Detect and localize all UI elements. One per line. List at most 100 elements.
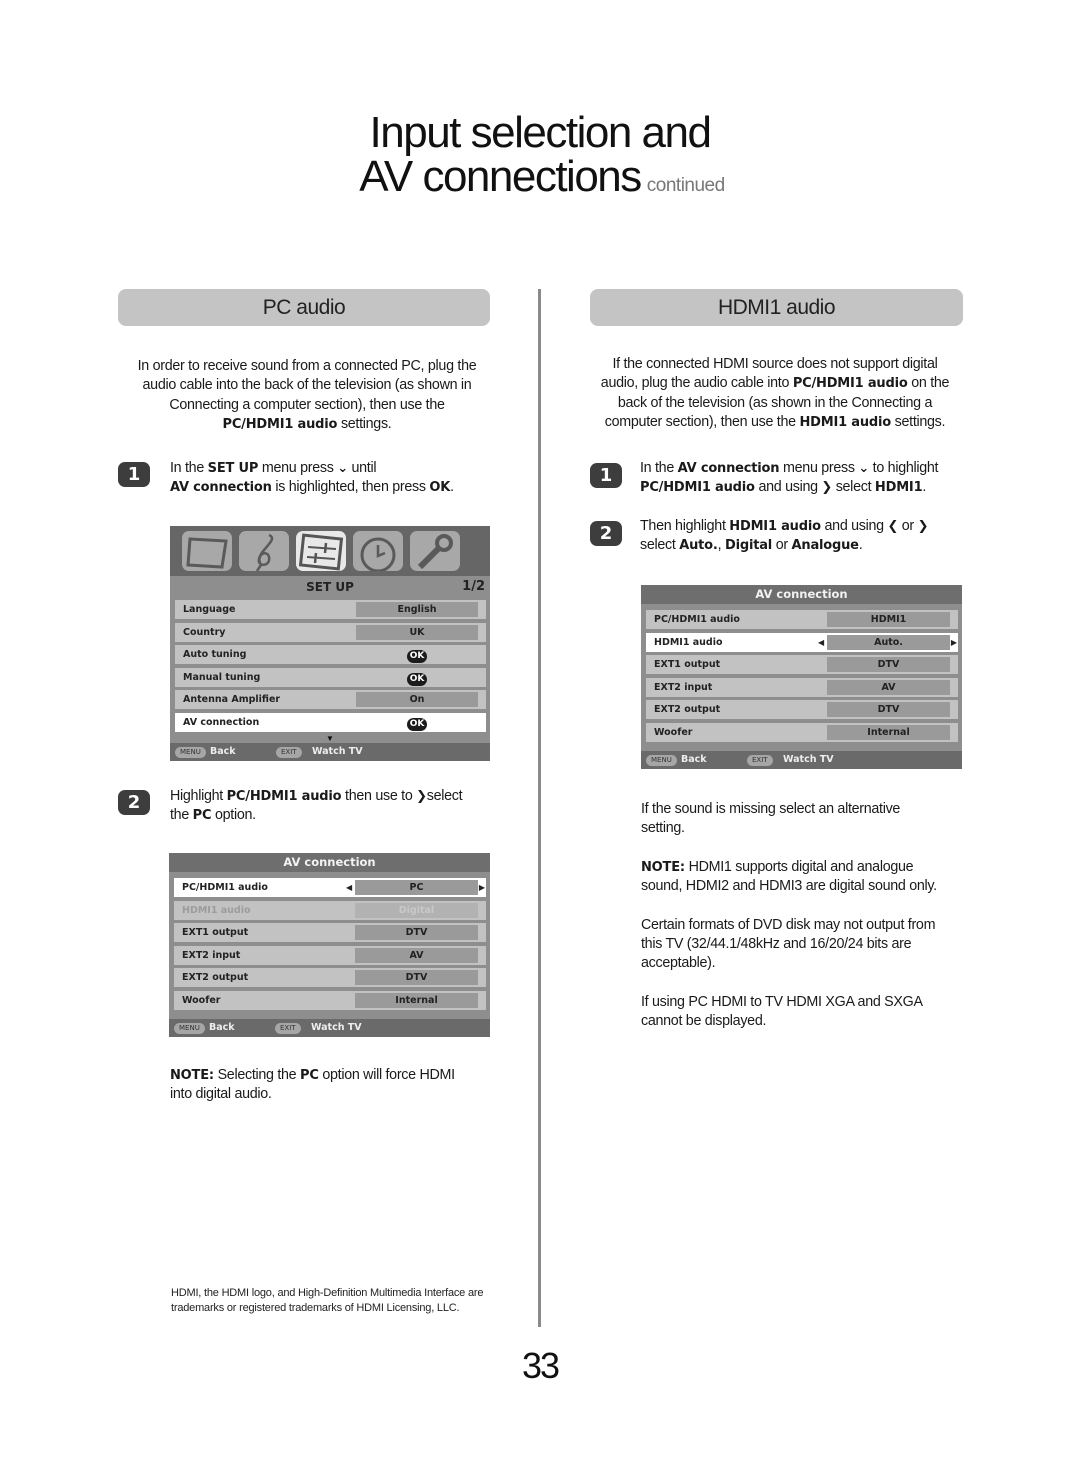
intro-line: audio cable into the back of the televis…	[142, 377, 472, 394]
step-bold: HDMI1	[874, 480, 923, 496]
step-bold: PC/HDMI1 audio	[226, 789, 342, 804]
row-label: Antenna Amplifier	[183, 694, 281, 706]
step-text: .	[922, 479, 927, 496]
row-value: DTV	[355, 970, 478, 986]
watch-tv-label: Watch TV	[312, 745, 363, 757]
note-line: acceptable).	[641, 955, 716, 972]
menu-row-ext2-output[interactable]: EXT2 output DTV	[174, 968, 486, 988]
menu-row-ext2-input[interactable]: EXT2 input AV	[646, 677, 958, 697]
step-bold: SET UP	[207, 461, 259, 476]
menu-row-country[interactable]: Country UK	[175, 622, 486, 642]
step-bold: OK	[429, 480, 451, 496]
av-menu-title: AV connection	[641, 585, 962, 604]
row-label: HDMI1 audio	[182, 904, 251, 916]
row-value: DTV	[827, 657, 950, 673]
step-text: Then highlight	[640, 518, 730, 534]
note-line: If the sound is missing select an altern…	[641, 801, 901, 817]
intro-text: settings.	[337, 415, 392, 432]
menu-row-antenna-amplifier[interactable]: Antenna Amplifier On	[175, 690, 486, 710]
intro-line: If the connected HDMI source does not su…	[612, 356, 938, 372]
step-text: the	[170, 807, 193, 824]
step-bold: AV connection	[677, 461, 780, 476]
menu-tab-bar	[170, 526, 490, 576]
page-title-line2-text: AV connections	[359, 152, 642, 201]
row-value: English	[356, 602, 478, 617]
clock-icon[interactable]	[353, 531, 403, 571]
step-text: ,	[717, 537, 725, 554]
note-bold: NOTE:	[170, 1068, 214, 1083]
exit-key-pill: EXIT	[276, 746, 302, 758]
menu-key-pill: MENU	[174, 1023, 205, 1034]
menu-row-manual-tuning[interactable]: Manual tuning OK	[175, 667, 486, 687]
right-arrow-icon[interactable]: ▶	[951, 633, 957, 652]
step-bold: AV connection	[170, 480, 272, 496]
av-menu-rows: PC/HDMI1 audio ◀ PC ▶ HDMI1 audio Digital EX…	[169, 872, 490, 1016]
step-bold: Analogue	[791, 538, 859, 554]
note-line: this TV (32/44.1/48kHz and 16/20/24 bits…	[641, 936, 912, 953]
row-label: EXT1 output	[654, 659, 721, 671]
step-bold: PC	[192, 808, 212, 824]
note-line: cannot be displayed.	[641, 1013, 767, 1030]
row-label: EXT2 output	[654, 704, 721, 716]
ok-button-icon: OK	[406, 717, 428, 731]
note-line: into digital audio.	[170, 1086, 272, 1103]
note-line: Certain formats of DVD disk may not outp…	[641, 916, 936, 933]
av-menu-rows: PC/HDMI1 audio HDMI1 HDMI1 audio ◀ Auto. ▶ E…	[641, 604, 962, 748]
step-text: menu press	[258, 460, 338, 476]
intro-bold: PC/HDMI1 audio	[792, 376, 908, 392]
menu-row-woofer[interactable]: Woofer Internal	[174, 990, 486, 1010]
row-label: Language	[183, 604, 236, 615]
step-bold: Digital	[725, 538, 773, 554]
back-label: Back	[681, 754, 707, 765]
section-heading-hdmi1-audio: HDMI1 audio	[590, 289, 963, 326]
row-value: Digital	[355, 902, 478, 918]
menu-row-auto-tuning[interactable]: Auto tuning OK	[175, 645, 486, 665]
step-text: select	[640, 537, 680, 554]
step-text: .	[858, 537, 863, 554]
intro-bold: HDMI1 audio	[799, 414, 891, 430]
step-2-badge: 2	[590, 521, 622, 546]
intro-line: audio, plug the audio cable into PC/HDMI…	[580, 374, 970, 393]
ok-button-icon: OK	[406, 672, 428, 686]
av-connection-menu-pc: AV connection PC/HDMI1 audio ◀ PC ▶ HDMI1 a…	[169, 853, 490, 1037]
menu-row-pc-hdmi1-audio[interactable]: PC/HDMI1 audio HDMI1	[646, 610, 958, 629]
menu-row-ext2-input[interactable]: EXT2 input AV	[174, 945, 486, 965]
right-arrow-icon[interactable]: ▶	[479, 878, 485, 897]
step-text: select	[426, 788, 463, 804]
watch-tv-label: Watch TV	[783, 754, 834, 765]
menu-row-language[interactable]: Language English	[175, 600, 486, 619]
tv-icon[interactable]	[182, 531, 232, 571]
left-arrow-icon[interactable]: ◀	[346, 878, 352, 897]
wrench-icon[interactable]	[410, 531, 460, 571]
row-label: Country	[183, 626, 226, 638]
menu-row-woofer[interactable]: Woofer Internal	[646, 722, 958, 742]
row-label: EXT2 input	[182, 949, 241, 961]
left-arrow-icon[interactable]: ◀	[818, 633, 824, 652]
menu-row-hdmi1-audio[interactable]: HDMI1 audio ◀ Auto. ▶	[646, 632, 958, 652]
menu-footer: MENU Back EXIT Watch TV	[641, 751, 962, 769]
intro-line: back of the television (as shown in the …	[617, 394, 933, 411]
step-text: .	[450, 479, 454, 496]
note-bold: NOTE:	[641, 859, 685, 875]
scroll-down-arrow-icon: ▼	[326, 733, 334, 743]
note-text: option will force HDMI	[318, 1067, 455, 1083]
music-clef-icon[interactable]	[239, 531, 289, 571]
menu-row-av-connection[interactable]: AV connection OK	[175, 712, 486, 732]
step-text: and using	[820, 518, 888, 534]
step-line: the PC option.	[170, 806, 500, 825]
intro-text: audio, plug the audio cable into	[600, 375, 793, 392]
section-heading-pc-audio: PC audio	[118, 289, 490, 326]
menu-row-ext2-output[interactable]: EXT2 output DTV	[646, 700, 958, 720]
setup-sliders-icon[interactable]	[296, 531, 346, 571]
intro-line: PC/HDMI1 audio settings.	[112, 415, 502, 434]
menu-key-pill: MENU	[646, 755, 677, 766]
menu-row-ext1-output[interactable]: EXT1 output DTV	[646, 655, 958, 675]
ok-button-icon: OK	[406, 650, 428, 664]
intro-line: computer section), then use the HDMI1 au…	[580, 413, 970, 432]
row-value: OK	[356, 647, 478, 664]
setup-menu-title: SET UP	[306, 580, 354, 594]
menu-row-ext1-output[interactable]: EXT1 output DTV	[174, 923, 486, 943]
menu-row-pc-hdmi1-audio[interactable]: PC/HDMI1 audio ◀ PC ▶	[174, 878, 486, 897]
